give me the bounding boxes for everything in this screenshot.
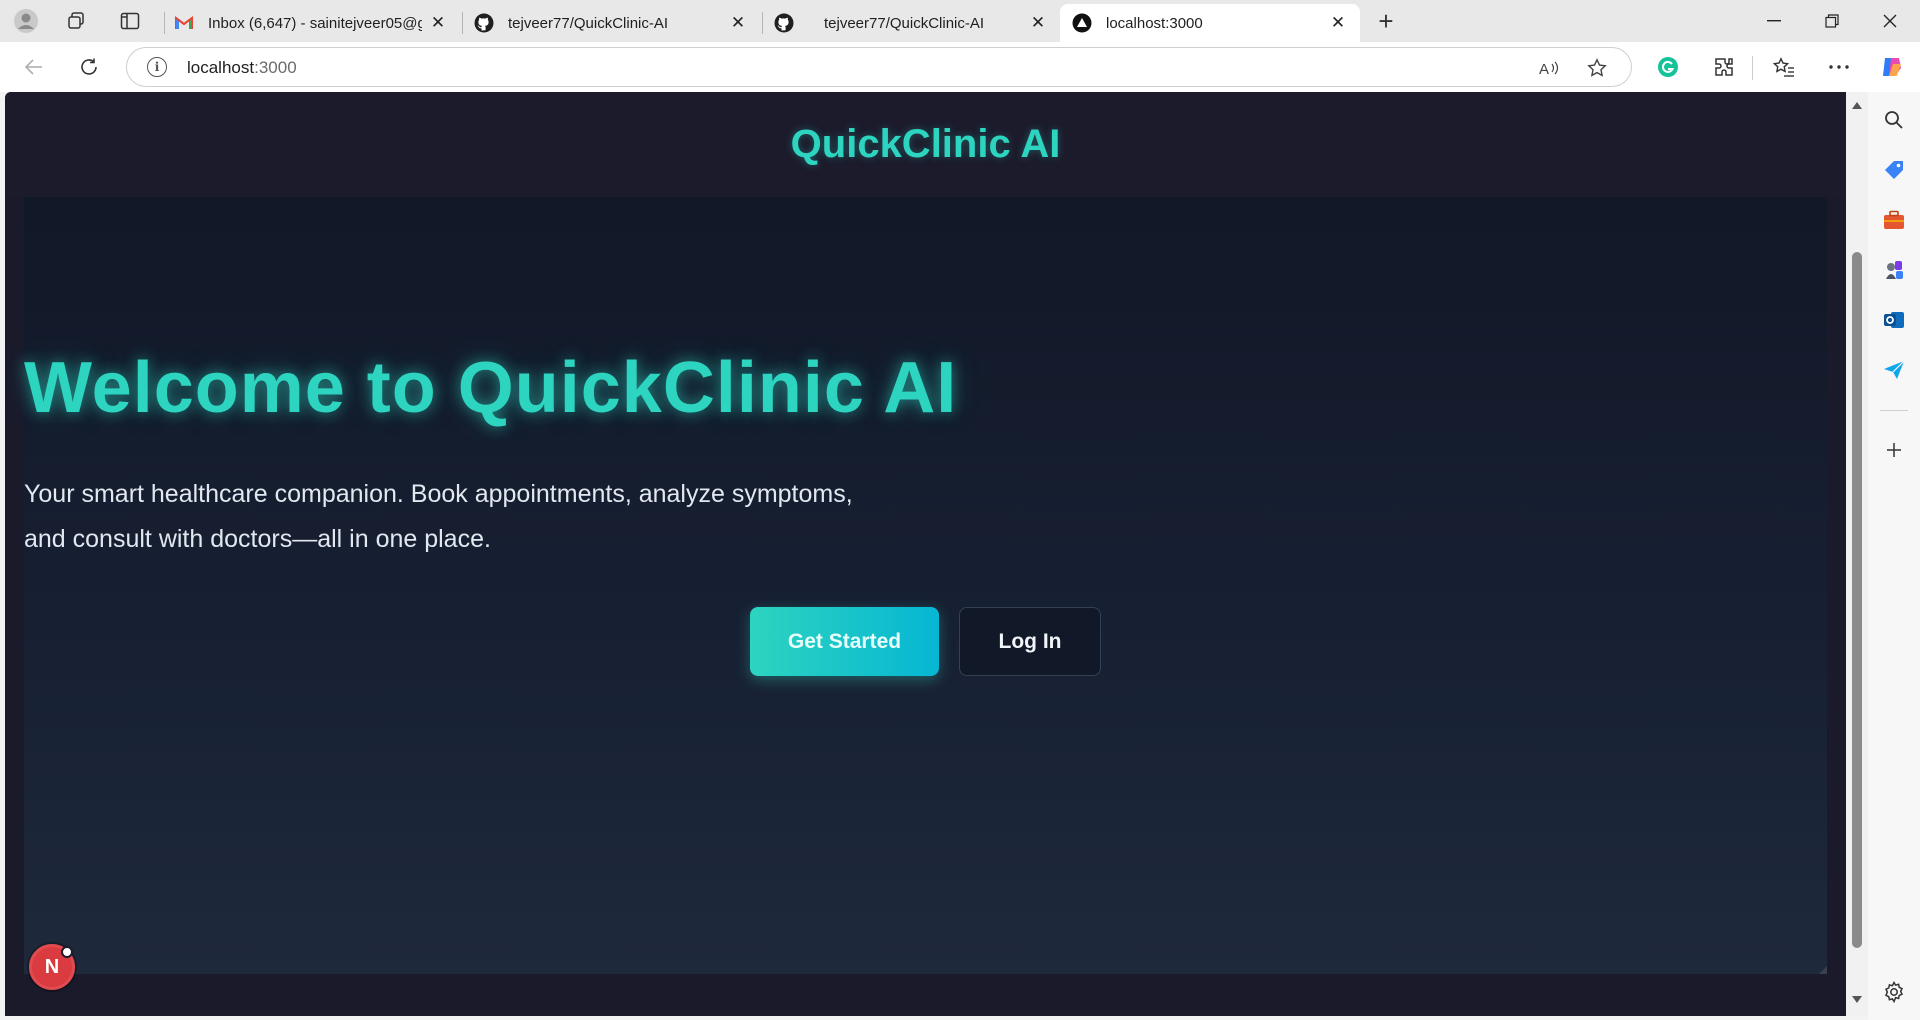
- profile-icon[interactable]: [10, 6, 42, 36]
- scroll-down-icon[interactable]: [1852, 996, 1862, 1003]
- add-sidebar-app-icon[interactable]: [1880, 436, 1908, 464]
- tab-localhost[interactable]: localhost:3000 ✕: [1060, 4, 1360, 42]
- address-url: localhost:3000: [187, 58, 297, 77]
- outlook-icon[interactable]: [1880, 306, 1908, 334]
- send-icon[interactable]: [1880, 356, 1908, 384]
- github-icon: [774, 13, 794, 33]
- extension-grammarly-icon[interactable]: [1652, 51, 1684, 83]
- nextjs-icon: [1072, 13, 1092, 33]
- get-started-button[interactable]: Get Started: [750, 607, 939, 676]
- new-tab-button[interactable]: +: [1370, 6, 1402, 36]
- site-info-icon[interactable]: i: [147, 57, 167, 77]
- hero-subtitle-line: and consult with doctors—all in one plac…: [24, 525, 491, 553]
- browser-toolbar: i localhost:3000 A: [0, 42, 1920, 92]
- hero-actions: Get Started Log In: [24, 607, 1827, 676]
- tab-title: Inbox (6,647) - sainitejveer05@gm: [208, 14, 422, 32]
- edge-sidebar: [1868, 92, 1920, 1020]
- favorite-star-icon[interactable]: [1584, 55, 1610, 81]
- hero-title: Welcome to QuickClinic AI: [24, 348, 958, 428]
- shopping-tag-icon[interactable]: [1880, 156, 1908, 184]
- dev-badge-letter: N: [44, 955, 60, 978]
- restore-button[interactable]: [1804, 0, 1860, 42]
- scrollbar-thumb[interactable]: [1852, 252, 1862, 948]
- tab-github-2[interactable]: tejveer77/QuickClinic-AI ✕: [762, 4, 1060, 42]
- tab-github-1[interactable]: tejveer77/QuickClinic-AI ✕: [462, 4, 760, 42]
- notification-dot: [61, 946, 73, 958]
- tab-title: tejveer77/QuickClinic-AI: [508, 14, 669, 32]
- copilot-icon[interactable]: [1876, 51, 1908, 83]
- close-icon[interactable]: ✕: [1028, 13, 1048, 33]
- search-icon[interactable]: [1880, 106, 1908, 134]
- settings-gear-icon[interactable]: [1880, 978, 1908, 1006]
- games-icon[interactable]: [1880, 256, 1908, 284]
- window-close-button[interactable]: [1862, 0, 1918, 42]
- svg-text:A: A: [1539, 61, 1549, 77]
- hero-subtitle: Your smart healthcare companion. Book ap…: [24, 472, 1827, 562]
- address-bar[interactable]: i localhost:3000 A: [126, 47, 1632, 87]
- back-button[interactable]: [18, 51, 50, 83]
- favorites-icon[interactable]: [1768, 51, 1800, 83]
- refresh-button[interactable]: [73, 51, 105, 83]
- gmail-icon: [174, 13, 194, 33]
- page-viewport: QuickClinic AI Welcome to QuickClinic AI…: [5, 92, 1846, 1016]
- scroll-up-icon[interactable]: [1852, 102, 1862, 109]
- tab-title: localhost:3000: [1106, 14, 1203, 32]
- extensions-icon[interactable]: [1708, 51, 1740, 83]
- close-icon[interactable]: ✕: [728, 13, 748, 33]
- sidebar-divider: [1880, 410, 1908, 411]
- tab-gmail[interactable]: Inbox (6,647) - sainitejveer05@gm ✕: [162, 4, 460, 42]
- tools-briefcase-icon[interactable]: [1880, 206, 1908, 234]
- tab-title: tejveer77/QuickClinic-AI: [824, 14, 985, 32]
- vertical-tabs-icon[interactable]: [114, 6, 146, 36]
- more-menu-icon[interactable]: [1823, 51, 1855, 83]
- tab-strip: Inbox (6,647) - sainitejveer05@gm ✕ tejv…: [0, 0, 1920, 42]
- app-header: QuickClinic AI: [5, 92, 1846, 197]
- app-logo[interactable]: QuickClinic AI: [791, 122, 1061, 167]
- github-icon: [474, 13, 494, 33]
- hero-section: Welcome to QuickClinic AI Your smart hea…: [24, 197, 1827, 974]
- close-icon[interactable]: ✕: [428, 13, 448, 33]
- read-aloud-icon[interactable]: A: [1537, 55, 1563, 81]
- page-scrollbar[interactable]: [1846, 92, 1868, 1016]
- workspaces-icon[interactable]: [60, 6, 92, 36]
- nextjs-dev-indicator[interactable]: N: [29, 944, 75, 990]
- minimize-button[interactable]: [1746, 0, 1802, 42]
- login-button[interactable]: Log In: [959, 607, 1101, 676]
- resize-grip-icon: [1819, 966, 1827, 974]
- toolbar-divider: [1752, 56, 1753, 80]
- close-icon[interactable]: ✕: [1328, 13, 1348, 33]
- hero-subtitle-line: Your smart healthcare companion. Book ap…: [24, 480, 853, 508]
